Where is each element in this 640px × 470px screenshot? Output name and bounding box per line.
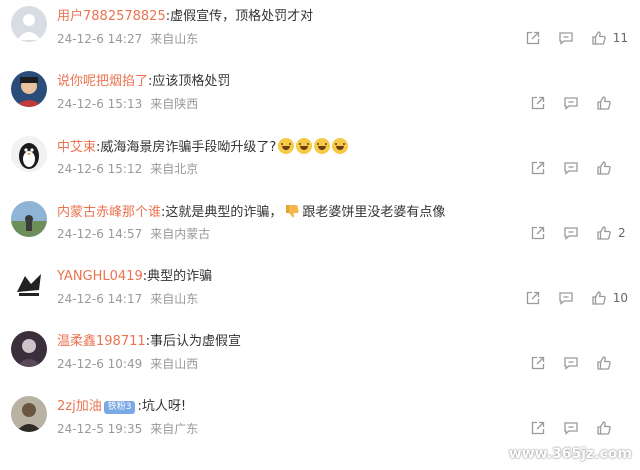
- thumbs-up-icon[interactable]: [594, 158, 614, 178]
- comment-icon[interactable]: [561, 353, 581, 373]
- comment-icon[interactable]: [556, 288, 576, 308]
- laugh-cry-emoji: [314, 138, 331, 154]
- avatar[interactable]: [11, 201, 47, 237]
- comment-text: :应该顶格处罚: [148, 74, 231, 89]
- share-icon[interactable]: [528, 418, 548, 438]
- comment-text: :这就是典型的诈骗，: [161, 205, 283, 220]
- thumbs-down-emoji: [284, 203, 300, 219]
- share-icon[interactable]: [523, 28, 543, 48]
- comment-text: :典型的诈骗: [142, 269, 213, 284]
- comment-location: 来自北京: [150, 162, 199, 176]
- comment-location: 来自山东: [150, 292, 199, 306]
- comment-location: 来自山西: [150, 357, 199, 371]
- comment-text: :坑人呀!: [137, 399, 187, 414]
- comment-time: 24-12-6 14:27: [57, 32, 143, 46]
- share-icon[interactable]: [523, 288, 543, 308]
- laugh-cry-emoji: [332, 138, 349, 154]
- comment-time: 24-12-6 14:17: [57, 292, 143, 306]
- comment-time: 24-12-6 14:57: [57, 227, 143, 241]
- comment-item: 用户7882578825:虚假宣传，顶格处罚才对 24-12-6 14:27 来自…: [0, 0, 640, 60]
- comment-item: 内蒙古赤峰那个谁:这就是典型的诈骗， 跟老婆饼里没老婆有点像 24-12-6 14…: [0, 195, 640, 255]
- username-link[interactable]: 中艾束: [57, 140, 96, 155]
- thumbs-up-icon[interactable]: [589, 28, 609, 48]
- thumbs-up-icon[interactable]: [589, 288, 609, 308]
- username-link[interactable]: 2zj加油: [57, 399, 102, 414]
- comment-time: 24-12-6 15:13: [57, 97, 143, 111]
- share-icon[interactable]: [528, 353, 548, 373]
- username-link[interactable]: 说你呢把烟掐了: [57, 74, 148, 89]
- comment-text: :事后认为虚假宣: [145, 334, 242, 349]
- laugh-cry-emoji: [296, 138, 313, 154]
- username-link[interactable]: 温柔鑫198711: [57, 334, 146, 349]
- comment-item: 温柔鑫198711:事后认为虚假宣 24-12-6 10:49 来自山西: [0, 325, 640, 385]
- comment-text: :威海海景房诈骗手段呦升级了?: [96, 140, 277, 155]
- avatar[interactable]: [11, 331, 47, 367]
- share-icon[interactable]: [528, 223, 548, 243]
- username-link[interactable]: 内蒙古赤峰那个谁: [57, 205, 161, 220]
- username-link[interactable]: 用户7882578825: [57, 9, 166, 24]
- avatar[interactable]: [11, 6, 47, 42]
- watermark: www.365jz.com: [508, 446, 632, 462]
- comment-item: 2zj加油 铁粉3:坑人呀! 24-12-5 19:35 来自广东: [0, 390, 640, 450]
- comment-item: YANGHL0419:典型的诈骗 24-12-6 14:17 来自山东 10: [0, 260, 640, 320]
- avatar[interactable]: [11, 71, 47, 107]
- like-count: 11: [612, 31, 628, 45]
- thumbs-up-icon[interactable]: [594, 418, 614, 438]
- avatar[interactable]: [11, 396, 47, 432]
- comment-icon[interactable]: [561, 158, 581, 178]
- laugh-cry-emoji: [278, 138, 295, 154]
- share-icon[interactable]: [528, 158, 548, 178]
- comment-icon[interactable]: [556, 28, 576, 48]
- comment-item: 中艾束:威海海景房诈骗手段呦升级了? 24-12-6 15:12 来自北京: [0, 130, 640, 190]
- comment-location: 来自陕西: [150, 97, 199, 111]
- comment-time: 24-12-5 19:35: [57, 422, 143, 436]
- comment-icon[interactable]: [561, 418, 581, 438]
- comment-location: 来自广东: [150, 422, 199, 436]
- comment-icon[interactable]: [561, 93, 581, 113]
- like-count: 10: [612, 291, 628, 305]
- comment-icon[interactable]: [561, 223, 581, 243]
- thumbs-up-icon[interactable]: [594, 353, 614, 373]
- avatar[interactable]: [11, 266, 47, 302]
- comment-time: 24-12-6 15:12: [57, 162, 143, 176]
- avatar[interactable]: [11, 136, 47, 172]
- comment-location: 来自山东: [150, 32, 199, 46]
- like-count: 2: [618, 226, 626, 240]
- thumbs-up-icon[interactable]: [594, 223, 614, 243]
- comment-time: 24-12-6 10:49: [57, 357, 143, 371]
- comment-item: 说你呢把烟掐了:应该顶格处罚 24-12-6 15:13 来自陕西: [0, 65, 640, 125]
- share-icon[interactable]: [528, 93, 548, 113]
- comment-text-continued: 跟老婆饼里没老婆有点像: [302, 205, 446, 220]
- fan-badge[interactable]: 铁粉3: [103, 401, 136, 414]
- comment-text: :虚假宣传，顶格处罚才对: [165, 9, 314, 24]
- username-link[interactable]: YANGHL0419: [57, 269, 143, 284]
- comment-location: 来自内蒙古: [150, 227, 211, 241]
- thumbs-up-icon[interactable]: [594, 93, 614, 113]
